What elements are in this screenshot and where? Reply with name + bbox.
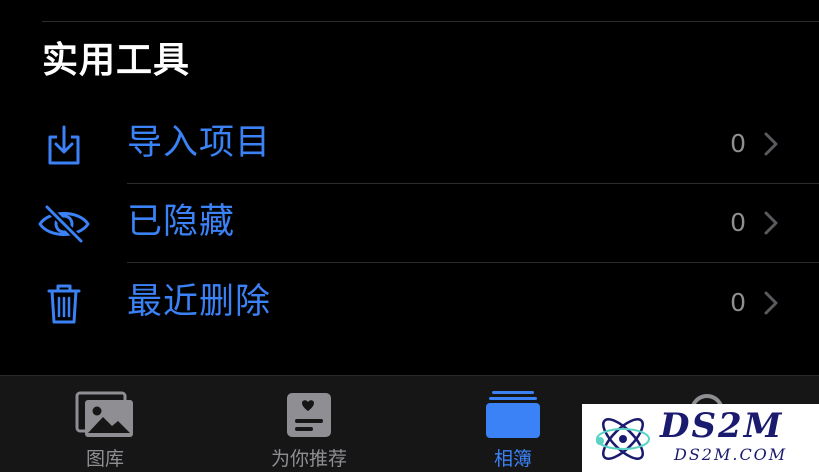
albums-screen: 实用工具 导入项目 0 已隐藏 0 最近删除 0 图库 为你推荐 相簿 DS2M… <box>0 0 819 472</box>
photos-icon <box>75 390 135 440</box>
row-hidden-label: 已隐藏 <box>127 202 236 242</box>
tab-library[interactable]: 图库 <box>30 376 180 472</box>
row-hidden[interactable]: 已隐藏 0 <box>0 183 819 263</box>
albums-icon <box>483 390 543 440</box>
trash-icon <box>36 281 92 327</box>
chevron-right-icon <box>764 291 778 315</box>
tab-for-you-label: 为你推荐 <box>270 448 347 470</box>
import-icon <box>36 122 92 168</box>
tab-library-label: 图库 <box>85 448 124 470</box>
tab-for-you[interactable]: 为你推荐 <box>234 376 384 472</box>
row-hidden-count: 0 <box>730 208 746 237</box>
watermark: DS2M DS2M.COM <box>582 404 819 472</box>
row-recently-deleted-count: 0 <box>730 288 746 317</box>
eye-slash-icon <box>36 201 92 247</box>
tab-albums[interactable]: 相簿 <box>438 376 588 472</box>
watermark-subtext: DS2M.COM <box>674 445 788 464</box>
row-import-count: 0 <box>730 129 746 158</box>
chevron-right-icon <box>764 132 778 156</box>
tab-albums-label: 相簿 <box>493 448 532 470</box>
section-title: 实用工具 <box>42 40 191 81</box>
atom-logo-icon <box>596 418 650 460</box>
for-you-icon <box>279 390 339 440</box>
watermark-text: DS2M <box>660 406 784 446</box>
top-divider <box>42 21 819 22</box>
row-import-label: 导入项目 <box>127 123 272 163</box>
row-import[interactable]: 导入项目 0 <box>0 104 819 184</box>
row-recently-deleted[interactable]: 最近删除 0 <box>0 263 819 343</box>
row-recently-deleted-label: 最近删除 <box>127 282 272 322</box>
chevron-right-icon <box>764 211 778 235</box>
